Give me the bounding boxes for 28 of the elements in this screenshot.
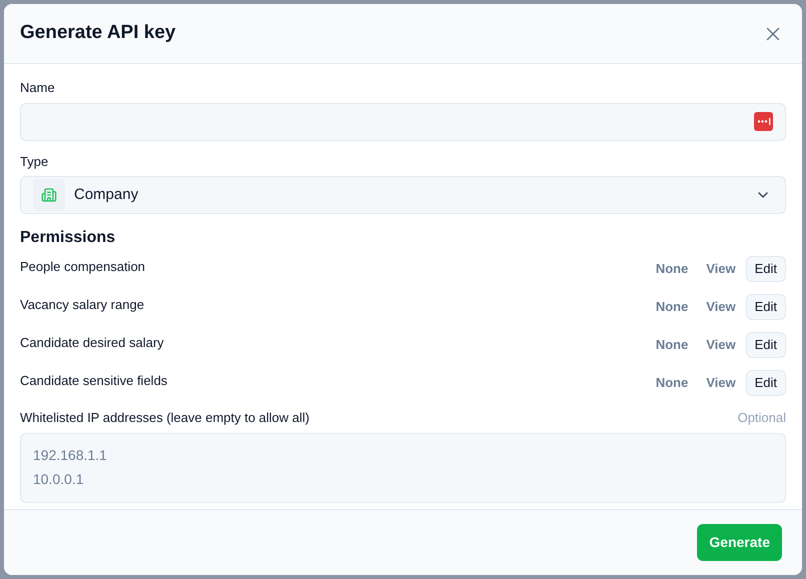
type-select[interactable]: Company xyxy=(20,176,786,214)
permission-option[interactable]: View xyxy=(698,256,744,282)
field-label: Type xyxy=(20,152,50,171)
permission-option[interactable]: None xyxy=(648,370,696,396)
field-label: Name xyxy=(20,79,56,97)
permission-option[interactable]: None xyxy=(648,256,696,282)
ip-address-field[interactable]: 192.168.1.1 10.0.0.1 xyxy=(20,432,786,502)
permission-option[interactable]: Edit xyxy=(746,256,786,282)
permission-option[interactable]: View xyxy=(698,370,744,396)
permission-option[interactable]: View xyxy=(698,332,744,358)
password-manager-icon[interactable] xyxy=(754,112,773,131)
permission-label: Candidate desired salary xyxy=(20,334,164,352)
permission-option[interactable]: Edit xyxy=(746,332,786,358)
field-label: Whitelisted IP addresses (leave empty to allow all) xyxy=(20,409,310,427)
optional-hint: Optional xyxy=(738,409,786,427)
building-icon xyxy=(33,179,65,211)
dialog-title: Generate API key xyxy=(20,21,176,46)
permission-label: People compensation xyxy=(20,258,146,276)
permission-option[interactable]: None xyxy=(648,332,696,358)
name-field[interactable] xyxy=(20,102,786,140)
permission-label: Candidate sensitive fields xyxy=(20,372,168,390)
permission-option[interactable]: Edit xyxy=(746,294,786,320)
generate-button[interactable]: Generate xyxy=(697,524,782,561)
section-heading: Permissions xyxy=(20,228,116,248)
permission-option[interactable]: None xyxy=(648,294,696,320)
permission-option[interactable]: Edit xyxy=(746,370,786,396)
permission-option[interactable]: View xyxy=(698,294,744,320)
permission-label: Vacancy salary range xyxy=(20,296,144,314)
